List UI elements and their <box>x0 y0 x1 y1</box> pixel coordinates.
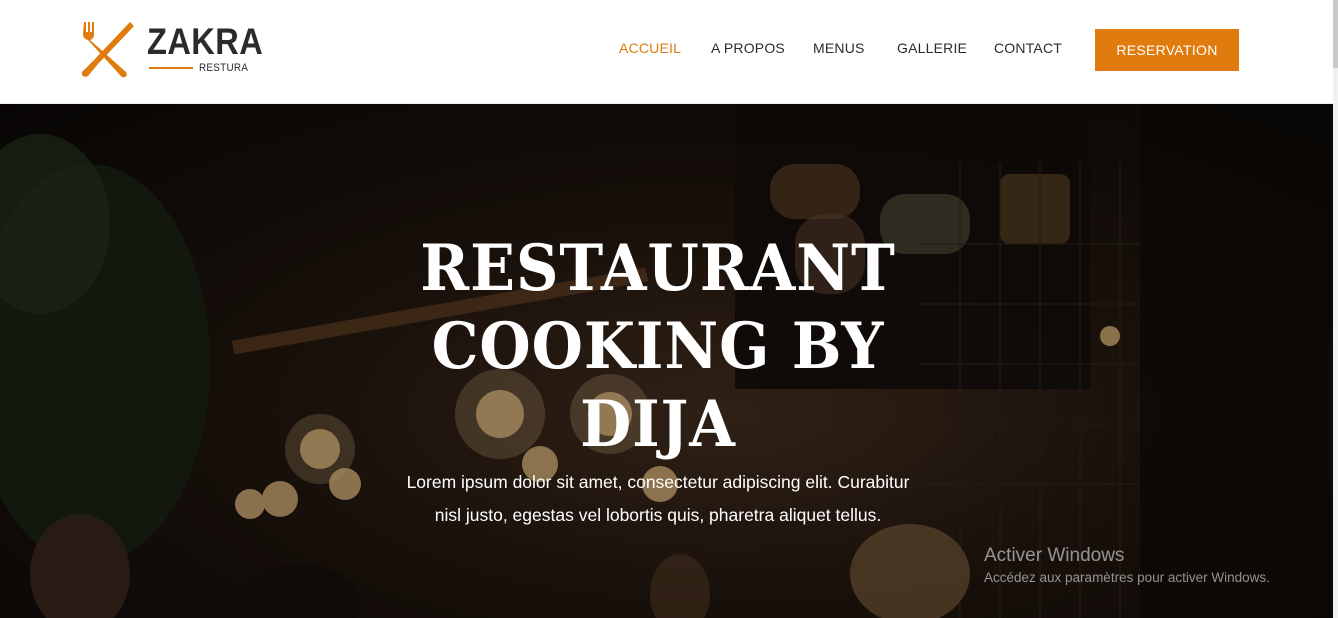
hero-title-line: RESTAURANT <box>420 231 896 306</box>
site-logo[interactable]: ZAKRA RESTURA <box>78 20 263 80</box>
hero-section: RESTAURANT COOKING BY DIJA Lorem ipsum d… <box>0 104 1333 618</box>
nav-item-menus[interactable]: MENUS <box>813 40 865 56</box>
hero-title-line: DIJA <box>580 387 736 462</box>
site-header: ZAKRA RESTURA ACCUEIL A PROPOS MENUS GAL… <box>0 0 1333 104</box>
brand-tagline: RESTURA <box>199 62 249 74</box>
page-scrollbar[interactable] <box>1333 0 1338 618</box>
nav-item-gallerie[interactable]: GALLERIE <box>897 40 967 56</box>
hero-title: RESTAURANT COOKING BY DIJA <box>382 230 934 464</box>
windows-activation-watermark: Activer Windows Accédez aux paramètres p… <box>984 544 1270 588</box>
reservation-button[interactable]: RESERVATION <box>1095 29 1239 71</box>
hero-title-line: COOKING BY <box>431 309 885 384</box>
nav-item-contact[interactable]: CONTACT <box>994 40 1062 56</box>
hero-description: Lorem ipsum dolor sit amet, consectetur … <box>406 472 910 525</box>
nav-item-a-propos[interactable]: A PROPOS <box>711 40 785 56</box>
brand-underline <box>149 67 193 69</box>
watermark-title: Activer Windows <box>984 545 1125 566</box>
fork-knife-icon <box>81 22 134 78</box>
nav-item-accueil[interactable]: ACCUEIL <box>619 40 681 56</box>
brand-name: ZAKRA <box>147 21 264 62</box>
scrollbar-thumb[interactable] <box>1333 0 1338 68</box>
watermark-subtitle: Accédez aux paramètres pour activer Wind… <box>984 570 1270 585</box>
